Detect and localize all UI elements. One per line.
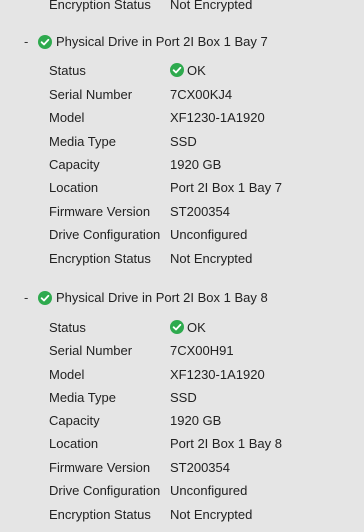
property-row-encryption-status: Encryption Status Not Encrypted [0, 248, 364, 270]
property-row-capacity: Capacity 1920 GB [0, 154, 364, 176]
property-label: Media Type [49, 390, 116, 405]
property-row-serial-number: Serial Number 7CX00KJ4 [0, 84, 364, 106]
property-row-firmware-version: Firmware Version ST200354 [0, 457, 364, 479]
property-label: Model [49, 367, 85, 382]
property-label: Model [49, 110, 85, 125]
drive-title: Physical Drive in Port 2I Box 1 Bay 7 [56, 34, 268, 49]
property-label: Status [49, 320, 86, 335]
check-circle-icon [38, 35, 52, 49]
property-row-encryption-status-previous: Encryption Status Not Encrypted [0, 0, 364, 16]
property-value: Unconfigured [170, 227, 248, 242]
property-label: Capacity [49, 413, 100, 428]
property-label: Media Type [49, 134, 116, 149]
property-row-firmware-version: Firmware Version ST200354 [0, 201, 364, 223]
property-value: Not Encrypted [170, 0, 253, 12]
property-value: Not Encrypted [170, 507, 253, 522]
property-value: SSD [170, 390, 197, 405]
property-row-model: Model XF1230-1A1920 [0, 107, 364, 129]
status-value: OK [170, 317, 206, 339]
property-label: Encryption Status [49, 507, 151, 522]
property-row-drive-configuration: Drive Configuration Unconfigured [0, 480, 364, 502]
drive-title: Physical Drive in Port 2I Box 1 Bay 8 [56, 290, 268, 305]
status-text: OK [187, 320, 206, 335]
property-label: Location [49, 436, 99, 451]
property-value: XF1230-1A1920 [170, 367, 265, 382]
property-row-status: Status OK [0, 60, 364, 82]
property-label: Firmware Version [49, 460, 151, 475]
property-row-location: Location Port 2I Box 1 Bay 8 [0, 433, 364, 455]
property-value: SSD [170, 134, 197, 149]
collapse-toggle[interactable]: - [24, 287, 28, 309]
property-label: Encryption Status [49, 251, 151, 266]
property-value: 7CX00KJ4 [170, 87, 233, 102]
check-circle-icon [38, 291, 52, 305]
property-row-model: Model XF1230-1A1920 [0, 364, 364, 386]
property-row-location: Location Port 2I Box 1 Bay 7 [0, 177, 364, 199]
property-value: Port 2I Box 1 Bay 8 [170, 436, 283, 451]
property-row-media-type: Media Type SSD [0, 131, 364, 153]
property-label: Serial Number [49, 87, 133, 102]
property-row-media-type: Media Type SSD [0, 387, 364, 409]
property-label: Serial Number [49, 343, 133, 358]
property-value: Not Encrypted [170, 251, 253, 266]
check-circle-icon [170, 320, 184, 334]
status-text: OK [187, 63, 206, 78]
check-circle-icon [170, 63, 184, 77]
property-label: Capacity [49, 157, 100, 172]
property-value: XF1230-1A1920 [170, 110, 265, 125]
property-label: Encryption Status [49, 0, 151, 12]
property-value: 1920 GB [170, 157, 222, 172]
drive-header-bay-7[interactable]: - Physical Drive in Port 2I Box 1 Bay 7 [0, 31, 364, 53]
drive-header-bay-8[interactable]: - Physical Drive in Port 2I Box 1 Bay 8 [0, 287, 364, 309]
property-value: 1920 GB [170, 413, 222, 428]
property-label: Drive Configuration [49, 227, 161, 242]
property-row-status: Status OK [0, 317, 364, 339]
property-label: Drive Configuration [49, 483, 161, 498]
property-value: Port 2I Box 1 Bay 7 [170, 180, 283, 195]
property-label: Location [49, 180, 99, 195]
property-row-encryption-status: Encryption Status Not Encrypted [0, 504, 364, 526]
property-value: 7CX00H91 [170, 343, 234, 358]
collapse-toggle[interactable]: - [24, 31, 28, 53]
property-value: Unconfigured [170, 483, 248, 498]
property-row-drive-configuration: Drive Configuration Unconfigured [0, 224, 364, 246]
status-value: OK [170, 60, 206, 82]
property-row-capacity: Capacity 1920 GB [0, 410, 364, 432]
property-label: Firmware Version [49, 204, 151, 219]
property-row-serial-number: Serial Number 7CX00H91 [0, 340, 364, 362]
property-label: Status [49, 63, 86, 78]
property-value: ST200354 [170, 204, 230, 219]
property-value: ST200354 [170, 460, 230, 475]
